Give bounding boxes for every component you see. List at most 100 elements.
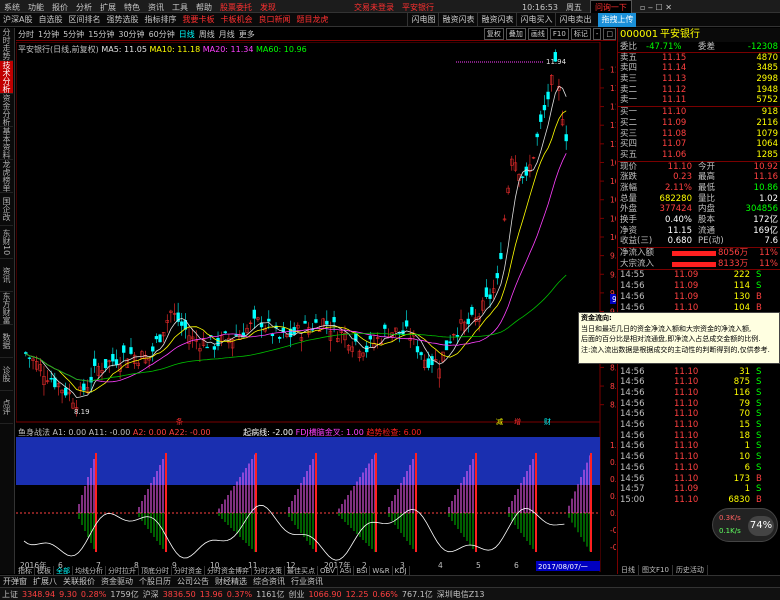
period-tab[interactable]: 15分钟 xyxy=(86,28,116,41)
side-tab[interactable]: 诊股 xyxy=(0,358,13,391)
period-tab[interactable]: 更多 xyxy=(237,28,257,41)
tick-side: S xyxy=(756,270,762,281)
weibi-row: 委比 -47.71% 委差 -12308 xyxy=(618,42,780,53)
level-label: 卖四 xyxy=(620,63,638,74)
sell-book: 卖五 11.15 4870 卖四 11.14 3485 卖三 11.13 2998 卖二 11.12… xyxy=(618,53,780,108)
tick-volume: 173 xyxy=(733,473,750,484)
toolbar-right-item[interactable]: 融资闪表 xyxy=(477,13,516,27)
chart-tool-button[interactable]: 复权 xyxy=(483,28,504,40)
event-marker[interactable]: 财 xyxy=(544,417,551,426)
side-tab[interactable]: 技术分析 xyxy=(0,61,13,94)
upload-button[interactable]: 拖拽上传 xyxy=(598,13,637,27)
toolbar-hot-item[interactable]: 题目龙虎 xyxy=(293,13,331,27)
menu-bar: 系统 功能 报价 分析 扩展 特色 资讯 工具 帮助 股票委托 发现 交易未登录 平安银行 10:16:5… xyxy=(0,0,780,15)
indicator-trend: 趋势检查: 6.00 xyxy=(366,428,422,437)
toolbar-right-item[interactable]: 融资闪表 xyxy=(438,13,477,27)
candle-body xyxy=(546,91,550,100)
toolbar-right-item[interactable]: 闪电图 xyxy=(407,13,438,27)
level-price: 11.07 xyxy=(662,139,687,150)
y-tick-label: 9.60 xyxy=(610,270,616,279)
toolbar-right-item[interactable]: 闪电买入 xyxy=(516,13,555,27)
toolbar-item[interactable]: 沪深A股 xyxy=(0,13,35,27)
side-tab[interactable]: 点评 xyxy=(0,391,13,424)
period-tab[interactable]: 60分钟 xyxy=(147,28,177,41)
tick-side: S xyxy=(756,281,762,292)
side-tab[interactable]: 数据 xyxy=(0,325,13,358)
function-bar: 开弹窗 扩展八 关联报价 资金驱动 个股日历 公司公告 财经精选 综合资讯 行业资讯 xyxy=(0,575,780,587)
period-bar: 复权 叠加 画线 F10 标记 - □ 分时 1分钟 5分钟 15分钟 30分钟 60分钟 日线 周线 月线… xyxy=(16,28,616,41)
stat-value: 0.23 xyxy=(673,172,692,183)
toolbar-right-item[interactable]: 闪电卖出 xyxy=(555,13,594,27)
fund-flow-tooltip: 资金流向: 当日和最近几日的资金净流入额和大宗资金的净流入额, 后面的百分比是相… xyxy=(578,312,780,364)
candle-body xyxy=(419,352,423,356)
period-tab[interactable]: 5分钟 xyxy=(61,28,86,41)
toolbar-item[interactable]: 强势选股 xyxy=(103,13,141,27)
event-marker[interactable]: 增 xyxy=(514,417,521,426)
kline-chart[interactable]: 11.80 11.60 11.40 11.20 11.00 10.80 10.60 10.40… xyxy=(16,42,616,572)
level-price: 11.12 xyxy=(662,84,687,95)
stat-label: 现价 xyxy=(620,161,638,172)
side-tab[interactable]: 基本资料 xyxy=(0,127,13,160)
level-price: 11.14 xyxy=(662,63,687,74)
toolbar-item[interactable]: 自选股 xyxy=(35,13,65,27)
chart-title: 平安银行(日线,前复权) xyxy=(18,45,99,54)
quote-tab[interactable]: 图文F10 xyxy=(639,565,673,575)
candle-body xyxy=(426,358,431,368)
period-tab[interactable]: 30分钟 xyxy=(116,28,146,41)
tick-side: S xyxy=(756,366,762,377)
tick-time: 14:56 xyxy=(620,441,645,452)
event-marker[interactable]: 减 xyxy=(496,417,503,426)
level-volume: 2998 xyxy=(756,74,778,85)
period-tab[interactable]: 周线 xyxy=(197,28,217,41)
side-tab[interactable]: 国企改 xyxy=(0,193,13,226)
period-tab[interactable]: 分时 xyxy=(16,28,36,41)
candle-body xyxy=(151,346,155,352)
tick-volume: 1 xyxy=(744,484,750,495)
flow-bar xyxy=(672,251,716,257)
period-tab[interactable]: 月线 xyxy=(217,28,237,41)
side-tab[interactable]: 东方财富 xyxy=(0,292,13,325)
quote-tab[interactable]: 日线 xyxy=(618,565,639,575)
tick-side: B xyxy=(756,473,762,484)
chart-tool-button[interactable]: F10 xyxy=(549,28,569,40)
side-tab[interactable]: 资讯 xyxy=(0,259,13,292)
fund-flow[interactable]: 净流入额 8056万 11% 大宗流入 8133万 11% xyxy=(618,248,780,271)
chart-tool-button[interactable]: 叠加 xyxy=(505,28,526,40)
ind-y-label: 0.50 xyxy=(610,475,616,484)
stat-value: 169亿 xyxy=(753,225,778,236)
side-tab[interactable]: 资金分析 xyxy=(0,94,13,127)
side-tab[interactable]: 东财10 xyxy=(0,226,13,259)
sell-row: 卖四 11.14 3485 xyxy=(618,63,780,74)
price-tag: 9.33 xyxy=(612,295,616,304)
period-tab[interactable]: 日线 xyxy=(177,28,197,41)
chart-tool-button[interactable]: 标记 xyxy=(570,28,591,40)
tick-time: 15:00 xyxy=(620,494,645,505)
toolbar-hot-item[interactable]: 良口新闻 xyxy=(255,13,293,27)
stat-value: 11.15 xyxy=(667,225,692,236)
chart-tool-button[interactable]: □ xyxy=(603,28,616,40)
tick-side: S xyxy=(756,388,762,398)
event-marker[interactable]: 条 xyxy=(176,417,183,426)
tick-volume: 222 xyxy=(733,270,750,281)
chart-tool-button[interactable]: 画线 xyxy=(527,28,548,40)
flow-label: 大宗流入 xyxy=(620,258,655,269)
toolbar-item[interactable]: 指标排序 xyxy=(141,13,179,27)
speed-gauge[interactable]: 0.3K/s 0.1K/s 74% xyxy=(712,508,778,542)
quote-tab[interactable]: 历史活动 xyxy=(673,565,708,575)
side-tab[interactable]: 分时走势 xyxy=(0,28,13,61)
level-volume: 1948 xyxy=(756,84,778,95)
side-tab[interactable]: 龙虎榜单 xyxy=(0,160,13,193)
chart-tool-button[interactable]: - xyxy=(592,28,602,40)
toolbar-hot-item[interactable]: 卡板机会 xyxy=(217,13,255,27)
stat-label: 总量 xyxy=(620,193,638,204)
toolbar-item[interactable]: 区间排名 xyxy=(65,13,103,27)
period-tab[interactable]: 1分钟 xyxy=(36,28,61,41)
level-label: 卖二 xyxy=(620,84,638,95)
tick-side: S xyxy=(756,452,762,463)
stat-value: 1.02 xyxy=(759,193,778,204)
level-price: 11.10 xyxy=(662,107,687,118)
indicator-a2: A2: 0.00 A22: -0.00 xyxy=(132,428,211,437)
toolbar-hot-item[interactable]: 我要卡板 xyxy=(179,13,217,27)
status-sz-pct: 0.37% xyxy=(226,590,253,599)
price-frame xyxy=(16,42,601,423)
